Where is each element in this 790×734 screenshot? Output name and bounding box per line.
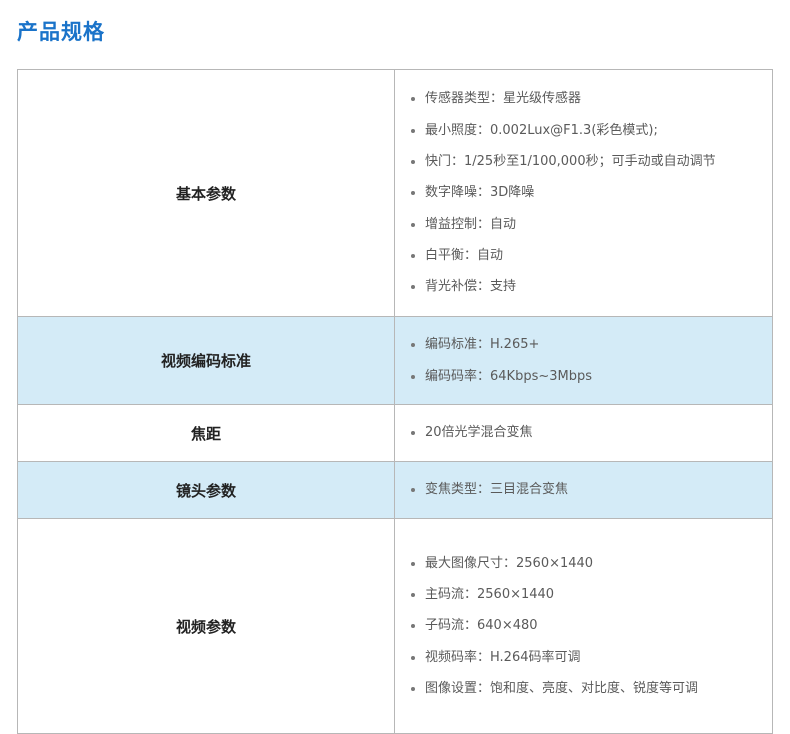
spec-label: 视频编码标准 xyxy=(17,316,395,405)
spec-label: 视频参数 xyxy=(17,518,395,734)
spec-item: 数字降噪：3D降噪 xyxy=(411,177,772,208)
spec-item: 编码标准：H.265+ xyxy=(411,329,772,360)
spec-row-lens: 镜头参数 变焦类型：三目混合变焦 xyxy=(17,461,773,519)
spec-row-video-params: 视频参数 最大图像尺寸：2560×1440 主码流：2560×1440 子码流：… xyxy=(17,518,773,734)
spec-table: 基本参数 传感器类型：星光级传感器 最小照度：0.002Lux@F1.3(彩色模… xyxy=(17,69,773,734)
spec-row-video-encoding: 视频编码标准 编码标准：H.265+ 编码码率：64Kbps~3Mbps xyxy=(17,316,773,405)
spec-item: 图像设置：饱和度、亮度、对比度、锐度等可调 xyxy=(411,673,772,704)
spec-item: 编码码率：64Kbps~3Mbps xyxy=(411,361,772,392)
spec-item: 变焦类型：三目混合变焦 xyxy=(411,474,772,505)
spec-values: 变焦类型：三目混合变焦 xyxy=(394,461,773,519)
spec-row-basic: 基本参数 传感器类型：星光级传感器 最小照度：0.002Lux@F1.3(彩色模… xyxy=(17,69,773,317)
spec-item: 子码流：640×480 xyxy=(411,610,772,641)
spec-item: 增益控制：自动 xyxy=(411,209,772,240)
spec-item: 快门：1/25秒至1/100,000秒；可手动或自动调节 xyxy=(411,146,772,177)
spec-label: 基本参数 xyxy=(17,69,395,317)
spec-item: 视频码率：H.264码率可调 xyxy=(411,642,772,673)
spec-item: 20倍光学混合变焦 xyxy=(411,417,772,448)
spec-label: 镜头参数 xyxy=(17,461,395,519)
spec-item: 白平衡：自动 xyxy=(411,240,772,271)
spec-values: 20倍光学混合变焦 xyxy=(394,404,773,462)
spec-values: 传感器类型：星光级传感器 最小照度：0.002Lux@F1.3(彩色模式); 快… xyxy=(394,69,773,317)
spec-item: 最大图像尺寸：2560×1440 xyxy=(411,548,772,579)
product-spec-page: 产品规格 基本参数 传感器类型：星光级传感器 最小照度：0.002Lux@F1.… xyxy=(0,0,790,734)
spec-row-focal-length: 焦距 20倍光学混合变焦 xyxy=(17,404,773,462)
spec-item: 传感器类型：星光级传感器 xyxy=(411,83,772,114)
spec-values: 最大图像尺寸：2560×1440 主码流：2560×1440 子码流：640×4… xyxy=(394,518,773,734)
spec-item: 主码流：2560×1440 xyxy=(411,579,772,610)
spec-item: 背光补偿：支持 xyxy=(411,271,772,302)
spec-item: 最小照度：0.002Lux@F1.3(彩色模式); xyxy=(411,115,772,146)
spec-label: 焦距 xyxy=(17,404,395,462)
spec-values: 编码标准：H.265+ 编码码率：64Kbps~3Mbps xyxy=(394,316,773,405)
page-title: 产品规格 xyxy=(17,20,105,44)
